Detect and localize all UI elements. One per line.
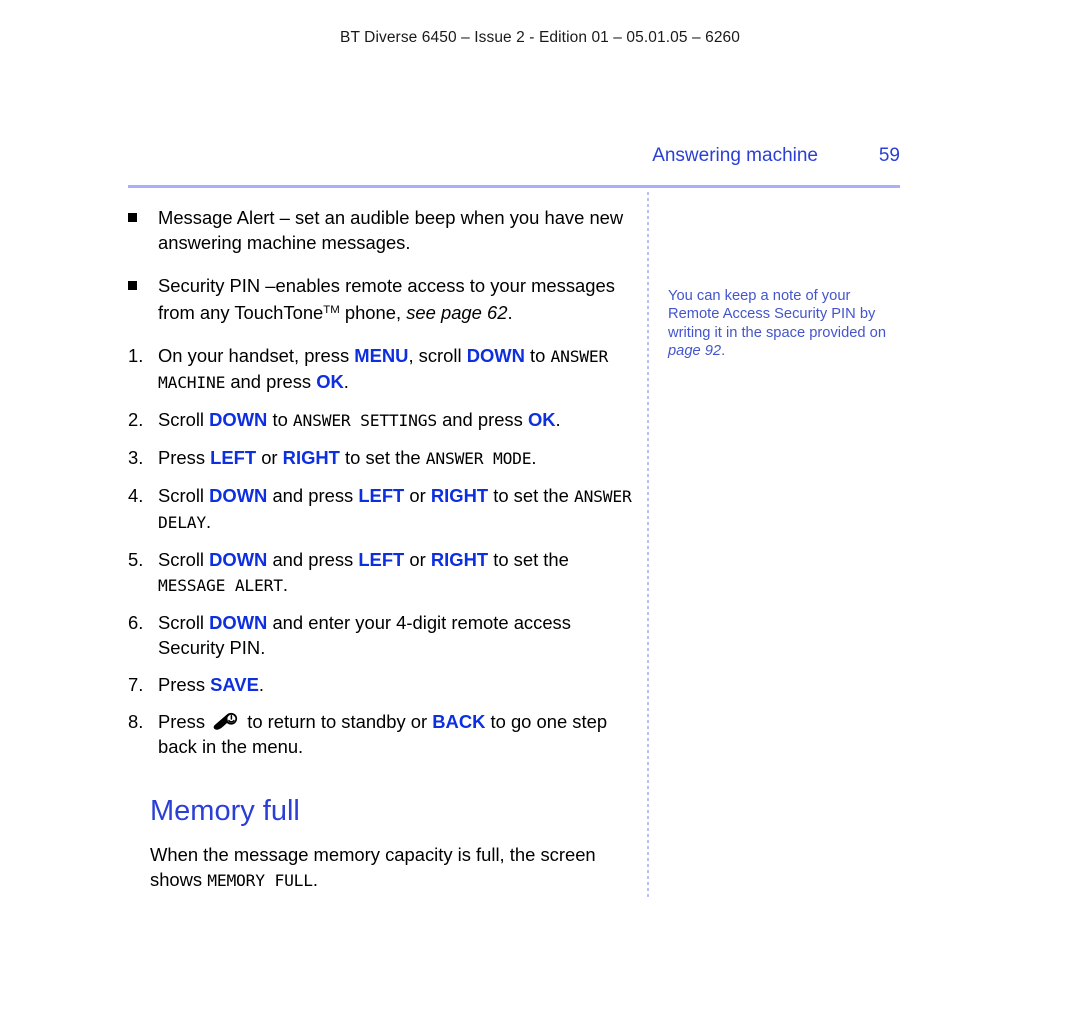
- step-text: .: [206, 510, 212, 532]
- handset-key-label: DOWN: [209, 611, 268, 633]
- handset-key-label: OK: [316, 370, 344, 392]
- numbered-step: 5. Scroll DOWN and press LEFT or RIGHT to…: [128, 547, 633, 598]
- page-title-row: Answering machine 59: [128, 145, 900, 175]
- lcd-readout: ANSWER MODE: [425, 448, 532, 468]
- step-text: Press: [158, 710, 211, 732]
- handset-key-label: SAVE: [210, 673, 259, 695]
- step-text: Press: [158, 446, 211, 468]
- running-header: BT Diverse 6450 – Issue 2 - Edition 01 –…: [340, 29, 740, 46]
- column-divider: [647, 192, 649, 900]
- step-text: Scroll: [158, 484, 210, 506]
- step-text: Scroll: [158, 611, 210, 633]
- step-text: and press: [267, 484, 359, 506]
- step-text: to return to standby or: [242, 710, 433, 732]
- handset-key-label: DOWN: [209, 408, 268, 430]
- step-number: 3.: [128, 446, 144, 468]
- step-number: 5.: [128, 548, 144, 570]
- main-content-column: Message Alert – set an audible beep when…: [128, 205, 633, 771]
- step-number: 7.: [128, 673, 144, 695]
- bullet-text: Message Alert – set an audible beep when…: [158, 207, 624, 253]
- side-note-text: You can keep a note of your Remote Acces…: [668, 288, 886, 341]
- numbered-step: 2. Scroll DOWN to ANSWER SETTINGS and pre…: [128, 407, 633, 433]
- handset-key-label: RIGHT: [430, 548, 489, 570]
- step-text: to set the: [488, 548, 569, 570]
- step-text: On your handset, press: [158, 344, 355, 366]
- side-note: You can keep a note of your Remote Acces…: [668, 287, 904, 361]
- step-text: .: [555, 408, 561, 430]
- sub-heading-memory-full: Memory full: [150, 795, 300, 827]
- step-text: and press: [225, 370, 317, 392]
- handset-key-label: DOWN: [209, 484, 268, 506]
- handset-key-label: RIGHT: [282, 446, 340, 468]
- numbered-step: 4. Scroll DOWN and press LEFT or RIGHT to…: [128, 483, 633, 535]
- lcd-readout: MESSAGE ALERT: [158, 575, 283, 595]
- step-text: or: [404, 548, 431, 570]
- handset-key-label: DOWN: [466, 344, 525, 366]
- step-number: 6.: [128, 611, 144, 633]
- closing-paragraph: When the message memory capacity is full…: [150, 842, 630, 893]
- handset-key-label: RIGHT: [430, 484, 489, 506]
- step-text: to set the: [488, 484, 574, 506]
- handset-key-label: MENU: [354, 344, 409, 366]
- step-text: or: [256, 446, 283, 468]
- bullet-text-end: .: [507, 301, 513, 323]
- handset-key-label: OK: [527, 408, 556, 430]
- step-number: 2.: [128, 408, 144, 430]
- closing-text-part2: .: [312, 869, 318, 890]
- handset-key-label: LEFT: [358, 484, 405, 506]
- step-text: or: [404, 484, 431, 506]
- numbered-step: 6. Scroll DOWN and enter your 4-digit rem…: [128, 610, 633, 660]
- step-text: and press: [436, 408, 528, 430]
- square-bullet-icon: [128, 281, 137, 290]
- handset-key-label: LEFT: [210, 446, 257, 468]
- list-item: Security PIN –enables remote access to y…: [128, 273, 633, 325]
- step-number: 8.: [128, 710, 144, 732]
- side-note-trailing: .: [721, 343, 726, 360]
- list-item: Message Alert – set an audible beep when…: [128, 205, 633, 255]
- step-text: to: [524, 344, 551, 366]
- handset-key-label: LEFT: [358, 548, 405, 570]
- numbered-step-list: 1. On your handset, press MENU, scroll DO…: [128, 343, 633, 759]
- step-text: to set the: [339, 446, 426, 468]
- step-text: , scroll: [408, 344, 467, 366]
- step-text: and press: [267, 548, 359, 570]
- step-text: to: [267, 408, 293, 430]
- numbered-step: 1. On your handset, press MENU, scroll DO…: [128, 343, 633, 395]
- step-text: .: [343, 370, 349, 392]
- cross-reference: see page 62: [406, 301, 508, 323]
- step-text: .: [282, 573, 288, 595]
- step-text: .: [258, 673, 264, 695]
- bullet-text-cont: phone,: [339, 301, 407, 323]
- handset-hangup-icon: [213, 712, 238, 730]
- numbered-step: 7. Press SAVE.: [128, 672, 633, 697]
- numbered-step: 3. Press LEFT or RIGHT to set the ANSWER …: [128, 445, 633, 471]
- step-text: Press: [158, 673, 211, 695]
- step-number: 4.: [128, 484, 144, 506]
- step-text: Scroll: [158, 408, 210, 430]
- header-rule: [128, 185, 900, 188]
- handset-key-label: BACK: [432, 710, 486, 732]
- lcd-readout: MEMORY FULL: [207, 871, 313, 890]
- page-number: 59: [878, 145, 900, 166]
- lcd-readout: ANSWER SETTINGS: [292, 410, 437, 430]
- handset-key-label: DOWN: [209, 548, 268, 570]
- section-title: Answering machine: [652, 145, 818, 166]
- side-note-cross-reference: page 92: [668, 343, 722, 360]
- square-bullet-icon: [128, 213, 137, 222]
- step-number: 1.: [128, 344, 144, 366]
- numbered-step: 8. Press to return to standby or BACK to …: [128, 709, 633, 759]
- step-text: Scroll: [158, 548, 210, 570]
- step-text: .: [531, 446, 537, 468]
- trademark-symbol: TM: [323, 304, 340, 316]
